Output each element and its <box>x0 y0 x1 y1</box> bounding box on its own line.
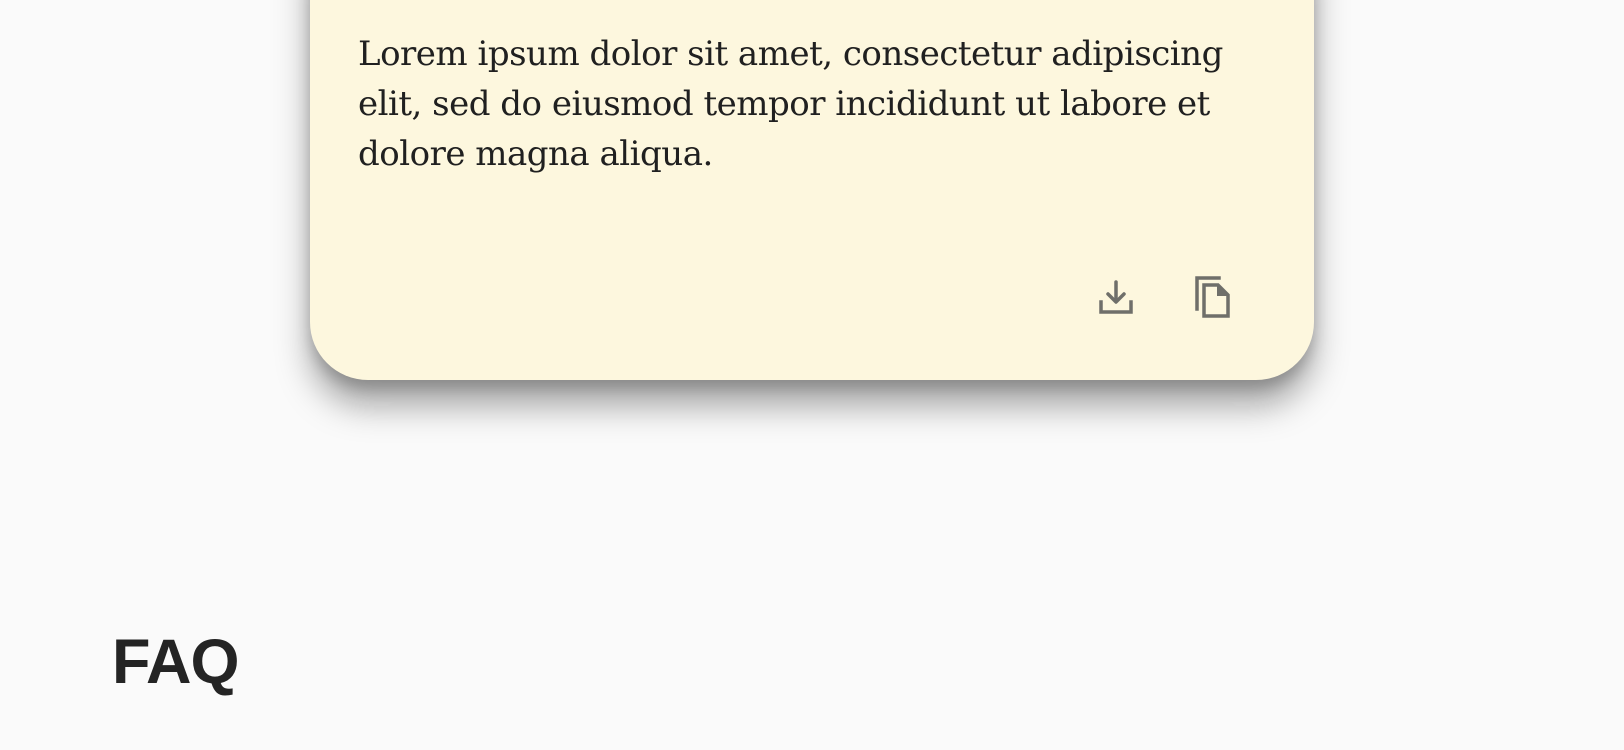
copy-icon <box>1195 276 1230 318</box>
note-text: Lorem ipsum dolor sit amet, consectetur … <box>358 34 1223 174</box>
download-icon <box>1099 280 1133 314</box>
faq-heading: FAQ <box>112 627 240 697</box>
download-button[interactable] <box>1090 271 1142 323</box>
note-card: Lorem ipsum dolor sit amet, consectetur … <box>310 0 1314 380</box>
copy-button[interactable] <box>1186 271 1238 323</box>
